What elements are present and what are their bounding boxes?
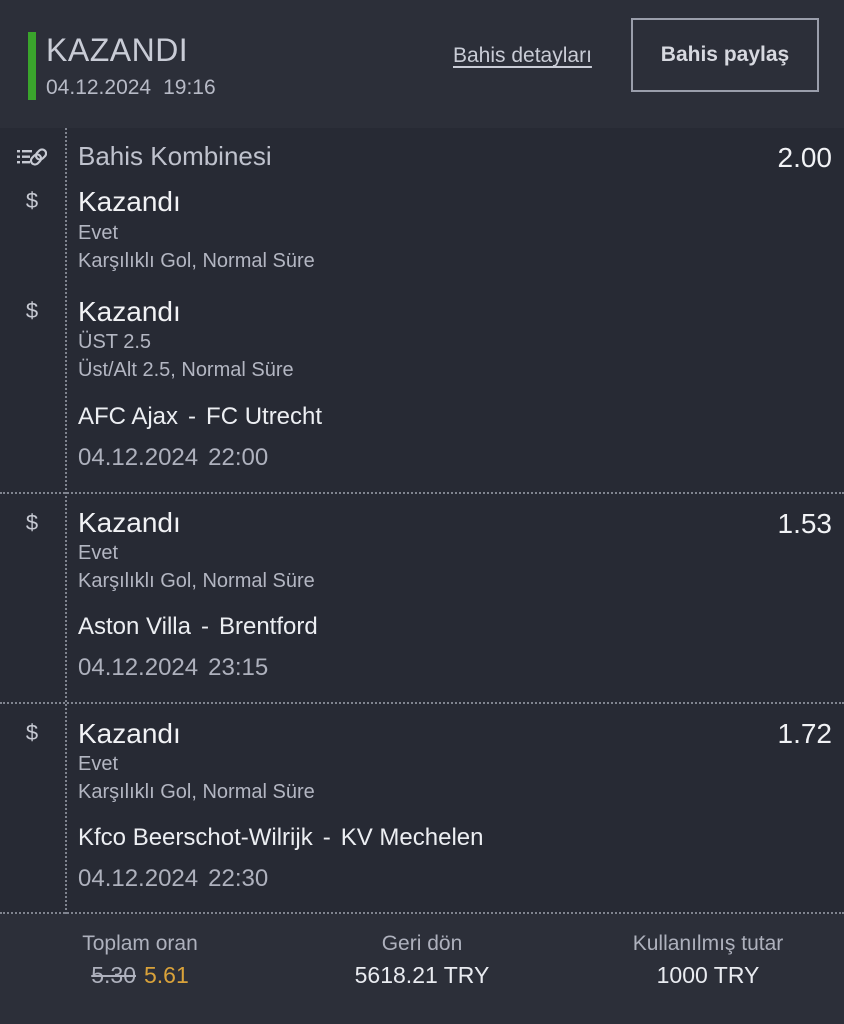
bet-selections-list: Bahis Kombinesi 2.00 $ Kazandı Evet Karş… <box>0 128 844 914</box>
bet-status-title: KAZANDI <box>46 32 189 68</box>
home-team: Kfco Beerschot-Wilrijk <box>78 824 313 851</box>
total-odds-value: 5.30 5.61 <box>60 962 220 989</box>
selection-divider <box>0 492 844 494</box>
return-summary: Geri dön 5618.21 TRY <box>322 932 522 989</box>
selection-market: Karşılıklı Gol, Normal Süre <box>78 781 315 803</box>
dollar-icon: $ <box>25 188 39 213</box>
stake-label: Kullanılmış tutar <box>632 932 784 955</box>
team-separator: - <box>322 824 331 851</box>
bet-placed-datetime: 04.12.2024 19:16 <box>46 76 228 100</box>
match-date: 04.12.2024 <box>78 654 199 681</box>
bet-builder-label: Bahis Kombinesi <box>78 141 272 171</box>
bet-details-link[interactable]: Bahis detayları <box>453 44 592 68</box>
away-team: KV Mechelen <box>340 824 484 851</box>
home-team: Aston Villa <box>78 613 191 640</box>
share-bet-button[interactable]: Bahis paylaş <box>631 18 819 92</box>
total-odds-summary: Toplam oran 5.30 5.61 <box>60 932 220 989</box>
selection-result: Kazandı <box>78 507 181 538</box>
timeline-divider <box>65 128 67 914</box>
selection-result: Kazandı <box>78 718 181 749</box>
bet-summary: Toplam oran 5.30 5.61 Geri dön 5618.21 TR… <box>0 914 844 1024</box>
team-separator: - <box>188 403 197 430</box>
selection-odds: 1.72 <box>777 718 833 749</box>
won-status-indicator <box>28 32 36 100</box>
bet-header: KAZANDI 04.12.2024 19:16 Bahis detayları … <box>0 0 844 128</box>
match-datetime: 04.12.2024 22:30 <box>78 865 268 893</box>
stake-value: 1000 TRY <box>656 962 760 988</box>
team-separator: - <box>200 613 209 640</box>
selection-pick: Evet <box>78 542 119 564</box>
bet-placed-date: 04.12.2024 <box>46 76 152 99</box>
selection-pick: Evet <box>78 753 119 775</box>
match-teams[interactable]: Aston Villa - Brentford <box>78 613 318 641</box>
dollar-icon: $ <box>25 298 39 323</box>
match-teams[interactable]: Kfco Beerschot-Wilrijk - KV Mechelen <box>78 824 483 852</box>
selection-market: Karşılıklı Gol, Normal Süre <box>78 250 315 272</box>
match-datetime: 04.12.2024 22:00 <box>78 444 268 472</box>
away-team: Brentford <box>218 613 318 640</box>
match-datetime: 04.12.2024 23:15 <box>78 654 268 682</box>
selection-pick: ÜST 2.5 <box>78 331 151 353</box>
bet-builder-odds: 2.00 <box>777 142 833 173</box>
selection-market: Karşılıklı Gol, Normal Süre <box>78 570 315 592</box>
selection-result: Kazandı <box>78 296 181 327</box>
home-team: AFC Ajax <box>78 403 179 430</box>
return-value: 5618.21 TRY <box>354 962 490 988</box>
selection-result: Kazandı <box>78 186 181 217</box>
dollar-icon: $ <box>25 720 39 745</box>
boosted-total-odds: 5.61 <box>144 962 189 988</box>
return-label: Geri dön <box>381 932 463 955</box>
away-team: FC Utrecht <box>206 403 323 430</box>
stake-summary: Kullanılmış tutar 1000 TRY <box>608 932 808 989</box>
dollar-icon: $ <box>25 510 39 535</box>
selection-divider <box>0 702 844 704</box>
selection-market: Üst/Alt 2.5, Normal Süre <box>78 359 294 381</box>
total-odds-label: Toplam oran <box>82 932 198 955</box>
match-date: 04.12.2024 <box>78 444 199 471</box>
selection-odds: 1.53 <box>777 508 833 539</box>
selection-pick: Evet <box>78 222 119 244</box>
match-teams[interactable]: AFC Ajax - FC Utrecht <box>78 403 322 431</box>
match-date: 04.12.2024 <box>78 865 199 892</box>
original-total-odds: 5.30 <box>91 962 136 988</box>
match-time: 22:30 <box>208 865 269 892</box>
match-time: 22:00 <box>208 444 269 471</box>
bet-placed-time: 19:16 <box>163 76 216 99</box>
combo-link-icon <box>17 148 47 166</box>
match-time: 23:15 <box>208 654 269 681</box>
